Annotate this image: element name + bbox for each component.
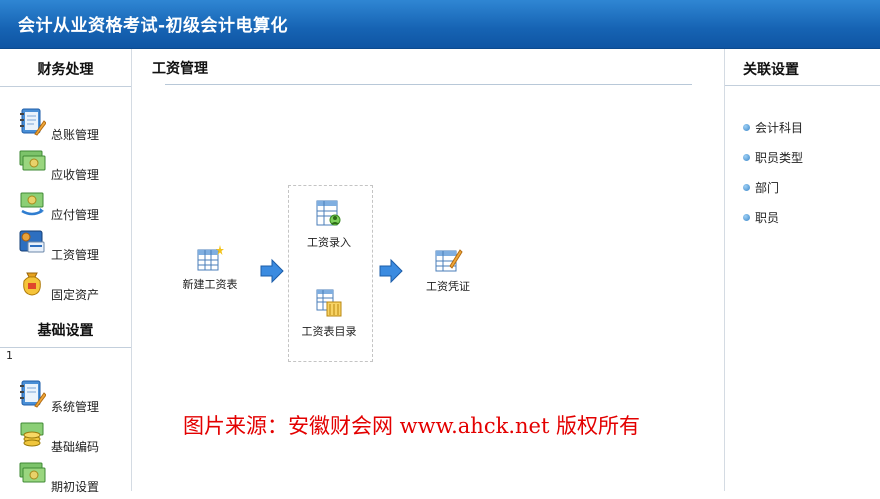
related-settings-divider [725, 85, 880, 86]
sidebar-item-payroll[interactable]: 工资管理 [18, 227, 128, 267]
wallet-card-icon [19, 230, 45, 253]
payroll-voucher-button[interactable]: 工资凭证 [423, 246, 473, 294]
related-settings-title: 关联设置 [743, 62, 799, 78]
sidebar-item-label: 应付管理 [51, 208, 100, 222]
title-divider [165, 84, 692, 85]
sidebar-item-label: 应收管理 [51, 168, 100, 182]
flow-label: 工资表目录 [301, 325, 357, 338]
new-table-icon [197, 245, 224, 271]
basic-section-divider [0, 347, 131, 348]
bullet-icon [743, 124, 750, 131]
finance-section-title: 财务处理 [37, 62, 94, 78]
sidebar-item-basic-codes[interactable]: 基础编码 [18, 419, 128, 459]
coin-stack-icon [20, 422, 44, 447]
link-departments[interactable]: 部门 [743, 179, 779, 196]
sidebar-item-label: 期初设置 [51, 480, 100, 494]
page-title: 工资管理 [152, 61, 208, 77]
voucher-icon [435, 249, 463, 272]
flow-arrow-icon [260, 258, 284, 284]
flow-arrow-icon [379, 258, 403, 284]
watermark-text: 图片来源：安徽财会网 www.ahck.net 版权所有 [183, 414, 641, 438]
stray-text: 1 [6, 349, 13, 362]
sidebar-item-ledger[interactable]: 总账管理 [18, 107, 128, 147]
sidebar-item-label: 系统管理 [51, 400, 100, 414]
sidebar-item-label: 工资管理 [51, 248, 100, 262]
ledger-notebook-icon [20, 108, 46, 136]
new-payroll-table-button[interactable]: 新建工资表 [180, 244, 240, 292]
payroll-directory-icon [316, 289, 342, 317]
money-cycle-icon [20, 192, 44, 216]
finance-section-divider [0, 86, 131, 87]
gold-bag-icon [23, 272, 41, 296]
payroll-directory-button[interactable]: 工资表目录 [300, 287, 358, 339]
payroll-entry-button[interactable]: 工资录入 [300, 198, 358, 250]
flow-label: 工资录入 [307, 236, 351, 249]
sidebar-item-opening[interactable]: 期初设置 [18, 459, 128, 499]
link-employee-types[interactable]: 职员类型 [743, 149, 803, 166]
sidebar-item-system[interactable]: 系统管理 [18, 379, 128, 419]
basic-section-title: 基础设置 [37, 323, 94, 339]
app-header: 会计从业资格考试-初级会计电算化 [0, 0, 880, 49]
sidebar-item-label: 固定资产 [51, 288, 100, 302]
flow-label: 工资凭证 [426, 280, 470, 293]
sidebar-item-receivable[interactable]: 应收管理 [18, 147, 128, 187]
right-sidebar: 关联设置 会计科目 职员类型 部门 职员 [724, 49, 880, 491]
link-employees[interactable]: 职员 [743, 209, 779, 226]
bullet-icon [743, 154, 750, 161]
payroll-entry-icon [316, 200, 341, 226]
sidebar-item-label: 基础编码 [51, 440, 100, 454]
link-accounting-subjects[interactable]: 会计科目 [743, 119, 803, 136]
bullet-icon [743, 214, 750, 221]
money-bills-icon [19, 150, 46, 171]
app-title: 会计从业资格考试-初级会计电算化 [18, 16, 289, 36]
sidebar-item-payable[interactable]: 应付管理 [18, 187, 128, 227]
notebook-pen-icon [20, 380, 46, 408]
left-sidebar: 财务处理 总账管理 应收管理 应付管理 工资管理 固定资产 基础设置 1 系统管… [0, 49, 132, 494]
sidebar-item-label: 总账管理 [51, 128, 100, 142]
sidebar-item-fixed-assets[interactable]: 固定资产 [18, 267, 128, 307]
flow-label: 新建工资表 [182, 278, 238, 291]
money-bills-icon [19, 462, 46, 483]
bullet-icon [743, 184, 750, 191]
